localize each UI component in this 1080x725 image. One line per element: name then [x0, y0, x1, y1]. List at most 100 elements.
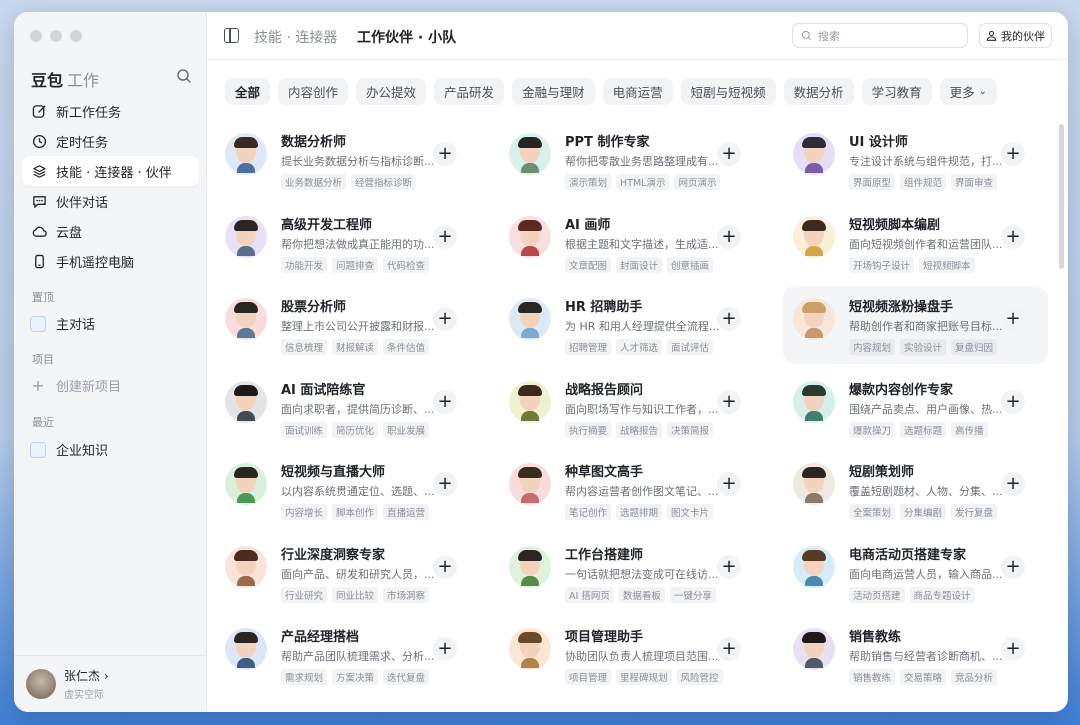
add-partner-button[interactable]: + — [717, 142, 741, 166]
add-partner-button[interactable]: + — [717, 637, 741, 661]
add-partner-button[interactable]: + — [1001, 637, 1025, 661]
tab-label: 更多 — [949, 85, 975, 100]
add-partner-button[interactable]: + — [433, 472, 457, 496]
add-partner-button[interactable]: + — [433, 307, 457, 331]
partner-card[interactable]: 短视频涨粉操盘手 帮助创作者和商家把账号目标... 内容规划 实验设计 复盘归因 + — [783, 286, 1048, 364]
my-partner-label: 我的伙伴 — [1001, 29, 1045, 43]
add-partner-button[interactable]: + — [1001, 554, 1025, 579]
brand-name: 豆包 — [31, 71, 64, 90]
add-partner-button[interactable]: + — [433, 637, 457, 661]
tab-1[interactable]: 内容创作 — [278, 78, 349, 105]
partner-card[interactable]: 行业深度洞察专家 面向产品、研发和研究人员，... 行业研究 同业比较 市场洞察 + — [215, 534, 480, 612]
tab-label: 数据分析 — [793, 85, 844, 100]
tab-2[interactable]: 办公提效 — [356, 78, 427, 105]
partner-card[interactable]: 高级开发工程师 帮你把想法做成真正能用的功... 功能开发 问题排查 代码检查 + — [215, 204, 480, 282]
partner-tag: AI 搭网页 — [565, 586, 614, 603]
sidebar-item-label: 技能 · 连接器 · 伙伴 — [56, 165, 172, 181]
partner-card[interactable]: 销售教练 帮助销售与经营者诊断商机、... 销售教练 交易策略 竞品分析 + — [783, 616, 1048, 694]
add-partner-button[interactable]: + — [433, 224, 457, 249]
partner-card[interactable]: UI 设计师 专注设计系统与组件规范，打... 界面原型 组件规范 界面审查 + — [783, 121, 1048, 199]
close-window-button[interactable] — [30, 30, 42, 42]
sidebar-item-cloud[interactable]: 云盘 — [22, 216, 199, 246]
add-partner-button[interactable]: + — [1001, 307, 1025, 331]
sidebar-toggle-icon[interactable] — [224, 28, 239, 43]
add-partner-button[interactable]: + — [717, 554, 741, 579]
sidebar-item-new-task[interactable]: 新工作任务 — [22, 96, 199, 126]
partner-card[interactable]: PPT 制作专家 帮你把零散业务思路整理成有... 演示策划 HTML演示 网页演示 + — [499, 121, 764, 199]
tab-8[interactable]: 学习教育 — [861, 78, 932, 105]
partner-card[interactable]: 战略报告顾问 面向职场写作与知识工作者，... 执行摘要 战略报告 决策简报 + — [499, 369, 764, 447]
partner-card[interactable]: 产品经理搭档 帮助产品团队梳理需求、分析... 需求规划 方案决策 迭代复盘 + — [215, 616, 480, 694]
partner-title: 股票分析师 — [281, 300, 347, 315]
partner-card[interactable]: 电商活动页搭建专家 面向电商运营人员，输入商品... 活动页搭建 商品专题设计 + — [783, 534, 1048, 612]
tab-9[interactable]: 更多 ⌄ — [939, 78, 998, 105]
tab-label: 产品研发 — [444, 85, 495, 100]
partner-avatar — [225, 545, 267, 588]
add-partner-button[interactable]: + — [717, 224, 741, 249]
partner-card[interactable]: AI 画师 根据主题和文字描述，生成适... 文章配图 封面设计 创意插画 + — [499, 204, 764, 282]
partner-tag: 实验设计 — [900, 339, 947, 355]
partner-card[interactable]: HR 招聘助手为 HR 和用人经理提供全流程... 招聘管理 人才筛选 面试评估 + — [499, 286, 764, 364]
partner-card[interactable]: 数据分析师 提长业务数据分析与指标诊断... 业务数据分析 经营指标诊断 + — [215, 121, 480, 199]
tab-3[interactable]: 产品研发 — [434, 78, 505, 105]
sidebar-item-scheduled[interactable]: 定时任务 — [22, 126, 199, 156]
partner-tag: 同业比较 — [332, 586, 379, 603]
partner-desc: 协助团队负责人梳理项目范围... — [565, 650, 719, 663]
partner-card[interactable]: 爆款内容创作专家 围绕产品卖点、用户画像、热... 爆款操刀 选题标题 高传播 + — [783, 369, 1048, 447]
partner-card[interactable]: AI 面试陪练官 面向求职者，提供简历诊断、... 面试训练 简历优化 职业发展 + — [215, 369, 480, 447]
add-partner-button[interactable]: + — [717, 472, 741, 496]
sidebar-item-skills[interactable]: 技能 · 连接器 · 伙伴 — [22, 156, 199, 186]
minimize-window-button[interactable] — [50, 30, 62, 42]
sidebar-item-partner-chat[interactable]: 伙伴对话 — [22, 186, 199, 216]
chevron-down-icon: ⌄ — [978, 86, 988, 97]
new-project-button[interactable]: + 创建新项目 — [30, 376, 121, 395]
partner-tag: 销售教练 — [849, 669, 896, 685]
add-partner-button[interactable]: + — [1001, 142, 1025, 166]
partner-card[interactable]: 短视频脚本编剧 面向短视频创作者和运营团队... 开场钩子设计 短视频脚本 + — [783, 204, 1048, 282]
partner-tag: 界面原型 — [849, 174, 896, 190]
tab-4[interactable]: 金融与理财 — [512, 78, 595, 105]
add-partner-button[interactable]: + — [1001, 224, 1025, 249]
tab-6[interactable]: 短剧与短视频 — [680, 78, 776, 105]
partner-card[interactable]: 项目管理助手 协助团队负责人梳理项目范围... 项目管理 里程碑规划 风险管控 + — [499, 616, 764, 694]
partner-title: 战略报告顾问 — [565, 382, 644, 398]
add-partner-button[interactable]: + — [717, 389, 741, 414]
projects-section-title: 项目 — [32, 353, 54, 366]
breadcrumb-parent[interactable]: 技能 · 连接器 — [254, 27, 337, 47]
search-icon[interactable] — [176, 68, 192, 84]
pinned-item-main-chat[interactable]: 主对话 — [30, 314, 95, 333]
search-input[interactable]: 搜索 — [792, 23, 968, 48]
user-profile[interactable]: 张仁杰 › 虚实空际 — [14, 655, 207, 712]
maximize-window-button[interactable] — [70, 30, 82, 42]
add-partner-button[interactable]: + — [717, 307, 741, 331]
partner-tags: 信息梳理 财报解读 条件估值 — [281, 339, 430, 355]
my-partner-button[interactable]: 我的伙伴 — [979, 23, 1052, 48]
add-partner-button[interactable]: + — [1001, 389, 1025, 414]
add-partner-button[interactable]: + — [433, 142, 457, 166]
partner-card[interactable]: 股票分析师 整理上市公司公开披露和财报... 信息梳理 财报解读 条件估值 + — [215, 286, 480, 364]
partner-title: 电商活动页搭建专家 — [849, 547, 967, 563]
add-partner-button[interactable]: + — [433, 554, 457, 579]
partner-avatar — [793, 298, 835, 340]
sidebar-item-phone-remote[interactable]: 手机遥控电脑 — [22, 246, 199, 276]
partner-title: 产品经理搭档 — [281, 630, 360, 645]
partner-card[interactable]: 短剧策划师 覆盖短剧题材、人物、分集、... 全案策划 分集编剧 发行复盘 + — [783, 451, 1048, 529]
partner-card[interactable]: 短视频与直播大师 以内容系统贯通定位、选题、... 内容增长 脚本创作 直播运营 + — [215, 451, 480, 529]
scrollbar[interactable] — [1059, 124, 1064, 269]
window-controls — [30, 30, 82, 42]
recent-item-knowledge[interactable]: 企业知识 — [30, 440, 108, 459]
partner-tag: 市场洞察 — [383, 586, 430, 603]
tab-5[interactable]: 电商运营 — [602, 78, 673, 105]
partner-card[interactable]: 工作台搭建师 一句话就把想法变成可在线访... AI 搭网页 数据看板 一键分享 + — [499, 534, 764, 612]
tab-0[interactable]: 全部 — [225, 78, 271, 105]
partner-tag: 封面设计 — [616, 256, 663, 273]
partner-card[interactable]: 种草图文高手 帮内容运营者创作图文笔记、... 笔记创作 选题排期 图文卡片 + — [499, 451, 764, 529]
partner-title: 行业深度洞察专家 — [281, 547, 386, 563]
partner-tag: 全案策划 — [849, 504, 896, 520]
partner-tags: 爆款操刀 选题标题 高传播 — [849, 421, 988, 438]
add-partner-button[interactable]: + — [1001, 472, 1025, 496]
add-partner-button[interactable]: + — [433, 389, 457, 414]
partner-tags: 业务数据分析 经营指标诊断 — [281, 174, 417, 190]
partner-tag: 经营指标诊断 — [351, 174, 417, 190]
tab-7[interactable]: 数据分析 — [783, 78, 854, 105]
